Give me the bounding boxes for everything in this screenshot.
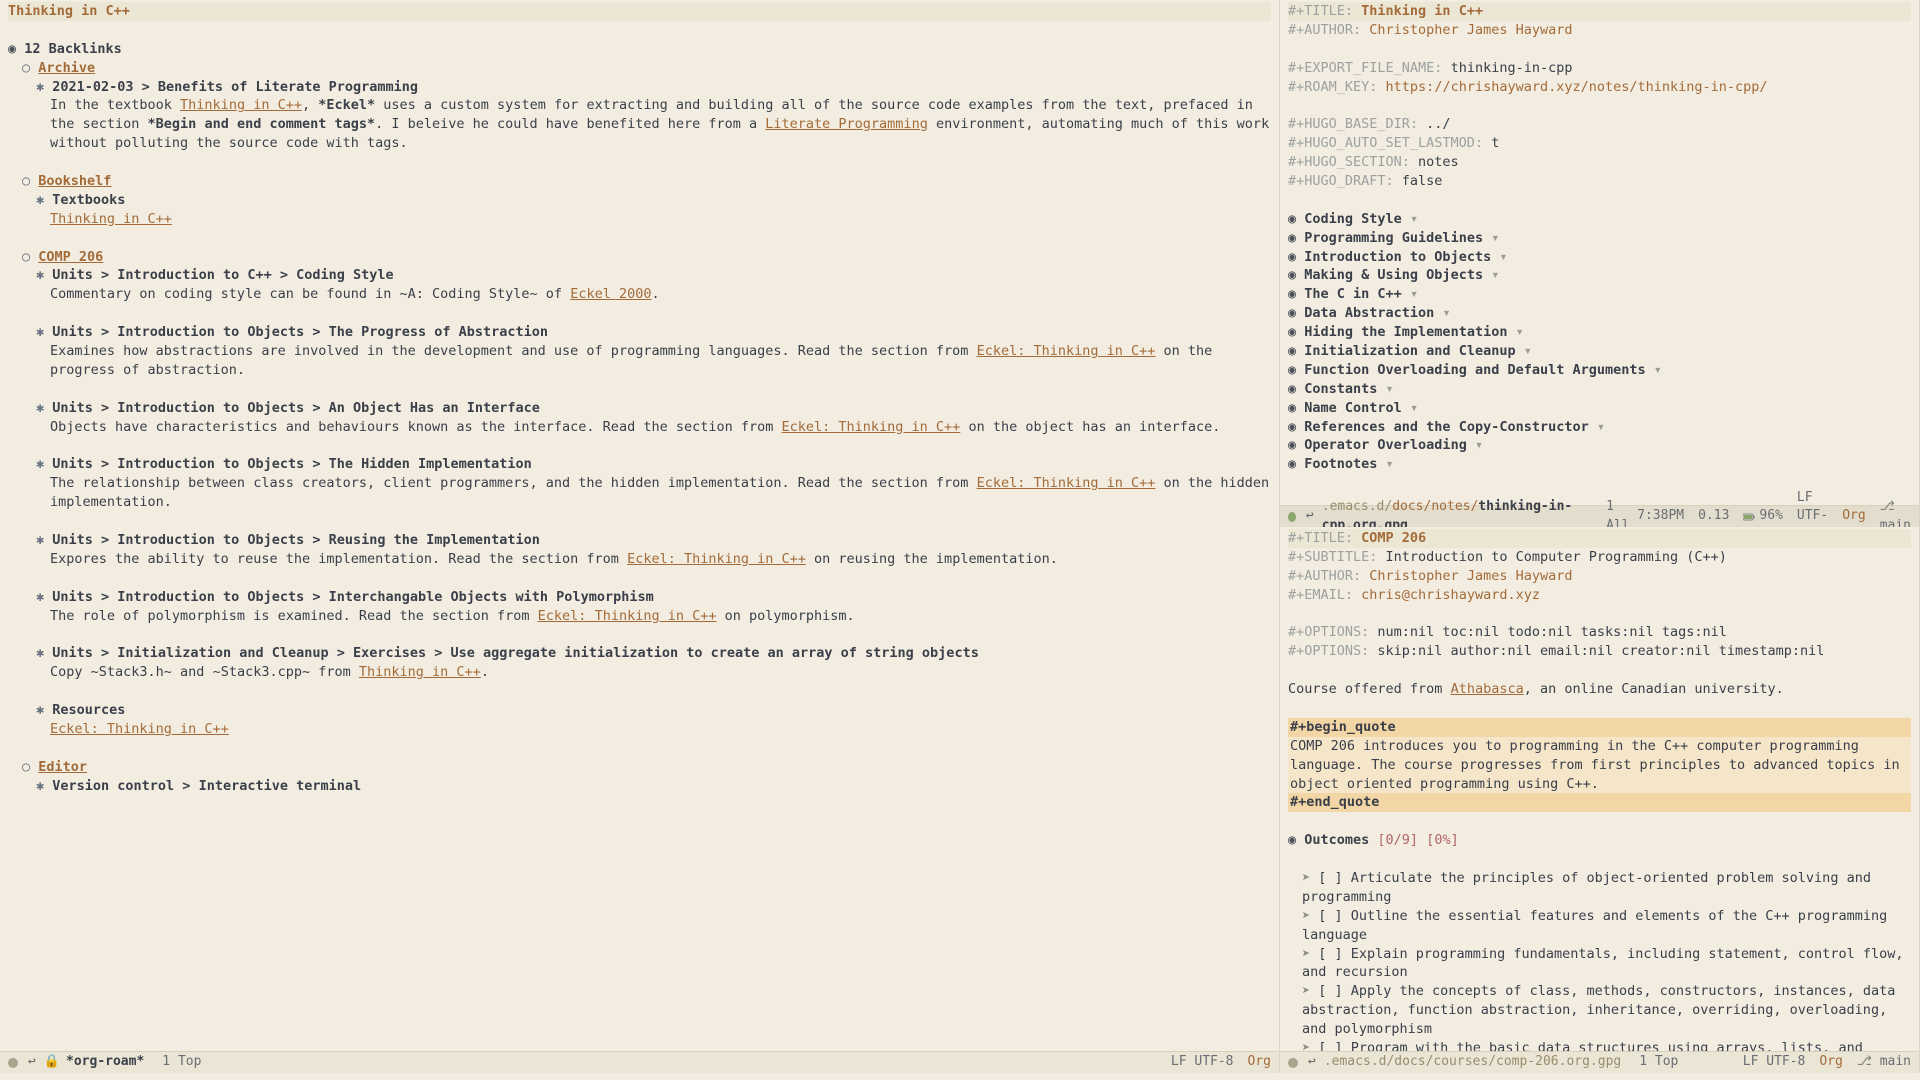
- task-item[interactable]: ➤ [ ] Outline the essential features and…: [1288, 907, 1911, 945]
- heading-8[interactable]: ◉ Function Overloading and Default Argum…: [1288, 361, 1911, 380]
- modified-indicator-icon: [1288, 512, 1296, 522]
- arrow-icon: ↩: [1306, 507, 1314, 525]
- task-item[interactable]: ➤ [ ] Articulate the principles of objec…: [1288, 869, 1911, 907]
- athabasca-link[interactable]: Athabasca: [1451, 681, 1524, 697]
- heading-0[interactable]: ◉ Coding Style ▾: [1288, 210, 1911, 229]
- arrow-icon: ↩: [1308, 1053, 1316, 1071]
- heading-1[interactable]: ◉ Programming Guidelines ▾: [1288, 229, 1911, 248]
- bottom-left-buffer[interactable]: #+TITLE: COMP 206 #+SUBTITLE: Introducti…: [1280, 527, 1920, 1073]
- heading-7[interactable]: ◉ Initialization and Cleanup ▾: [1288, 342, 1911, 361]
- modified-indicator-icon: [8, 1058, 18, 1068]
- backlinks-title: Thinking in C++: [8, 2, 1271, 21]
- git-branch: ⎇ main: [1880, 498, 1911, 527]
- lock-icon: 🔒: [44, 1053, 60, 1071]
- battery-icon: 96%: [1743, 507, 1782, 525]
- top-modeline: ↩ .emacs.d/docs/notes/thinking-in-cpp.or…: [1280, 505, 1919, 527]
- backlinks-buffer[interactable]: Thinking in C++ ◉ 12 Backlinks ○ Archive…: [0, 0, 1280, 1073]
- bottom-modeline: ↩ .emacs.d/docs/courses/comp-206.org.gpg…: [1280, 1051, 1919, 1073]
- branch-icon: ⎇: [1880, 499, 1895, 514]
- echo-area: [0, 1072, 1920, 1080]
- title-line: #+TITLE: COMP 206: [1288, 529, 1911, 548]
- heading-5[interactable]: ◉ Data Abstraction ▾: [1288, 304, 1911, 323]
- heading-13[interactable]: ◉ Footnotes ▾: [1288, 455, 1911, 474]
- heading-9[interactable]: ◉ Constants ▾: [1288, 380, 1911, 399]
- modified-indicator-icon: [1288, 1058, 1298, 1068]
- title-line: #+TITLE: Thinking in C++: [1288, 2, 1911, 21]
- task-item[interactable]: ➤ [ ] Apply the concepts of class, metho…: [1288, 982, 1911, 1039]
- author-line: #+AUTHOR: Christopher James Hayward: [1288, 21, 1911, 40]
- roam-key-line: #+ROAM_KEY: https://chrishayward.xyz/not…: [1288, 78, 1911, 97]
- right-modeline: ↩ 🔒 *org-roam* 1 Top LF UTF-8 Org: [0, 1051, 1279, 1073]
- git-branch: ⎇ main: [1857, 1053, 1911, 1071]
- arrow-icon: ↩: [28, 1053, 36, 1071]
- branch-icon: ⎇: [1857, 1054, 1872, 1069]
- heading-12[interactable]: ◉ Operator Overloading ▾: [1288, 436, 1911, 455]
- heading-11[interactable]: ◉ References and the Copy-Constructor ▾: [1288, 418, 1911, 437]
- clock-text: 7:38PM: [1637, 507, 1684, 525]
- heading-3[interactable]: ◉ Making & Using Objects ▾: [1288, 266, 1911, 285]
- top-left-buffer[interactable]: #+TITLE: Thinking in C++ #+AUTHOR: Chris…: [1280, 0, 1920, 527]
- heading-2[interactable]: ◉ Introduction to Objects ▾: [1288, 248, 1911, 267]
- task-item[interactable]: ➤ [ ] Explain programming fundamentals, …: [1288, 945, 1911, 983]
- heading-4[interactable]: ◉ The C in C++ ▾: [1288, 285, 1911, 304]
- quote-body: COMP 206 introduces you to programming i…: [1288, 737, 1911, 794]
- quote-end: #+end_quote: [1288, 793, 1911, 812]
- outcomes-heading[interactable]: ◉ Outcomes [0/9] [0%]: [1288, 831, 1911, 850]
- load-text: 0.13: [1698, 507, 1729, 525]
- heading-6[interactable]: ◉ Hiding the Implementation ▾: [1288, 323, 1911, 342]
- export-line: #+EXPORT_FILE_NAME: thinking-in-cpp: [1288, 59, 1911, 78]
- heading-10[interactable]: ◉ Name Control ▾: [1288, 399, 1911, 418]
- quote-begin: #+begin_quote: [1288, 718, 1911, 737]
